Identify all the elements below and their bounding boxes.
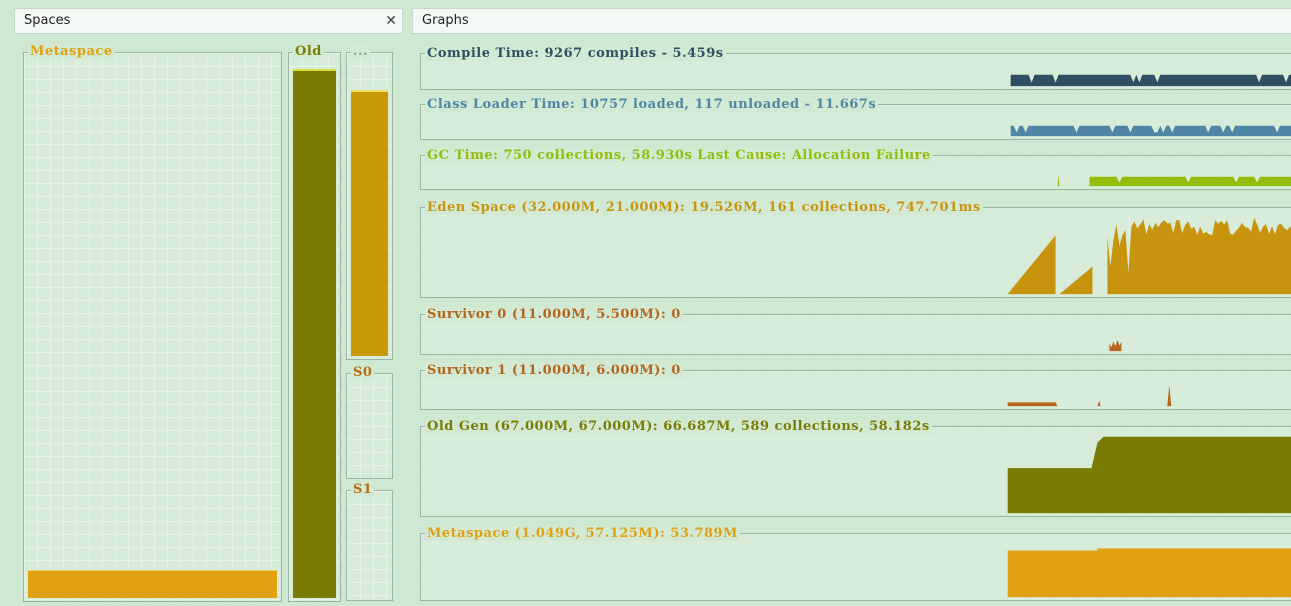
close-icon[interactable]: ✕ bbox=[385, 9, 397, 33]
tab-spaces[interactable]: Spaces ✕ bbox=[14, 8, 403, 34]
class-loader-time-trace bbox=[1010, 125, 1291, 137]
old-space: Old bbox=[288, 44, 341, 602]
old-gen-trace bbox=[1007, 436, 1291, 514]
survivor-0-trace bbox=[1057, 339, 1122, 352]
metaspace-fill bbox=[28, 570, 277, 598]
s0-space: S0 bbox=[346, 365, 393, 479]
survivor-0-graph: Survivor 0 (11.000M, 5.500M): 0 bbox=[420, 307, 1291, 355]
compile-time-trace bbox=[1010, 74, 1291, 87]
metaspace-label: Metaspace bbox=[28, 44, 115, 59]
eden-space-graph: Eden Space (32.000M, 21.000M): 19.526M, … bbox=[420, 200, 1291, 298]
s1-space: S1 bbox=[346, 482, 393, 601]
old-gen-graph: Old Gen (67.000M, 67.000M): 66.687M, 589… bbox=[420, 419, 1291, 517]
eden-fill bbox=[351, 90, 388, 356]
gc-time-trace bbox=[1057, 174, 1291, 187]
metaspace-trace bbox=[1007, 548, 1291, 598]
tab-spaces-label: Spaces bbox=[24, 13, 71, 28]
tab-graphs[interactable]: Graphs bbox=[412, 8, 1291, 34]
metaspace-space: Metaspace bbox=[23, 44, 282, 602]
old-fill bbox=[293, 69, 336, 598]
eden-space: ... bbox=[346, 44, 393, 360]
eden-label: ... bbox=[351, 44, 371, 59]
survivor-1-graph: Survivor 1 (11.000M, 6.000M): 0 bbox=[420, 363, 1291, 410]
eden-space-trace bbox=[1007, 217, 1291, 295]
class-loader-time-graph: Class Loader Time: 10757 loaded, 117 unl… bbox=[420, 97, 1291, 140]
s1-label: S1 bbox=[351, 482, 375, 497]
metaspace-graph: Metaspace (1.049G, 57.125M): 53.789M bbox=[420, 526, 1291, 601]
old-label: Old bbox=[293, 44, 324, 59]
gc-time-graph: GC Time: 750 collections, 58.930s Last C… bbox=[420, 148, 1291, 190]
s0-label: S0 bbox=[351, 365, 375, 380]
survivor-1-trace bbox=[1007, 385, 1172, 407]
compile-time-graph: Compile Time: 9267 compiles - 5.459s bbox=[420, 46, 1291, 90]
tab-graphs-label: Graphs bbox=[422, 13, 469, 28]
